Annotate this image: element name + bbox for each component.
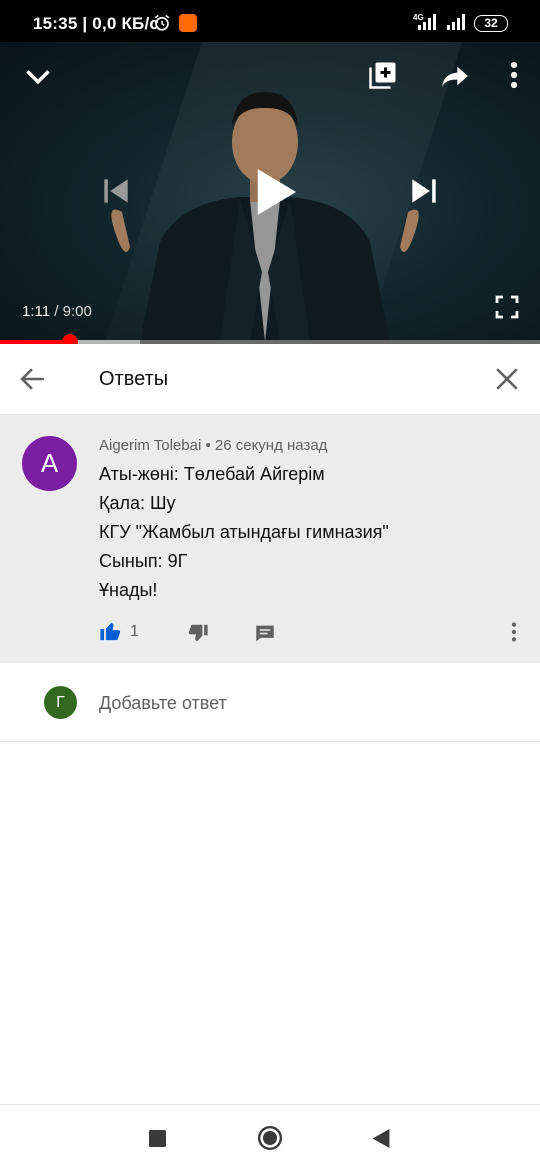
comment-line: Аты-жөні: Төлебай Айгерім [99, 464, 325, 484]
video-player[interactable]: 1:11 / 9:00 [0, 42, 540, 342]
recent-apps-icon[interactable] [149, 1130, 166, 1147]
comment-more-icon[interactable] [508, 621, 520, 643]
add-reply-row[interactable]: Г Добавьте ответ [0, 663, 540, 742]
like-icon[interactable] [99, 620, 122, 642]
replies-title: Ответы [99, 368, 169, 390]
back-arrow-icon[interactable] [20, 366, 46, 392]
system-nav-bar [0, 1104, 540, 1171]
avatar[interactable]: A [22, 436, 77, 491]
close-icon[interactable] [494, 366, 520, 392]
alarm-icon [154, 14, 170, 31]
video-time: 1:11 / 9:00 [22, 303, 92, 320]
network-speed: 0,0 КБ/с [92, 14, 160, 33]
battery-icon: 32 [474, 15, 508, 32]
comment-author[interactable]: Aigerim Tolebai [99, 437, 201, 454]
share-icon[interactable] [440, 62, 470, 90]
comment: A Aigerim Tolebai • 26 секунд назад Аты-… [0, 415, 540, 663]
more-icon[interactable] [505, 60, 523, 90]
time-separator: / [50, 303, 63, 320]
signal-icon [418, 14, 436, 30]
comment-line: Ұнады! [99, 580, 158, 600]
back-nav-icon[interactable] [372, 1129, 390, 1148]
collapse-icon[interactable] [24, 62, 52, 90]
user-avatar: Г [44, 686, 77, 719]
fullscreen-icon[interactable] [495, 295, 519, 319]
status-bar: 15:35 | 0,0 КБ/с 4G 32 [0, 0, 540, 42]
previous-icon[interactable] [102, 176, 130, 206]
comment-meta: Aigerim Tolebai • 26 секунд назад [99, 437, 328, 454]
replies-header: Ответы [0, 344, 540, 415]
add-to-playlist-icon[interactable] [368, 60, 398, 90]
app-notification-icon [179, 14, 197, 32]
signal-icon [447, 14, 465, 30]
comment-line: КГУ "Жамбыл атындағы гимназия" [99, 522, 389, 542]
reply-input[interactable]: Добавьте ответ [99, 693, 227, 714]
comment-text: Аты-жөні: Төлебай Айгерім Қала: Шу КГУ "… [99, 460, 389, 605]
dislike-icon[interactable] [187, 623, 209, 644]
home-icon[interactable] [257, 1125, 283, 1151]
status-time: 15:35 [33, 14, 78, 33]
comment-line: Қала: Шу [99, 493, 176, 513]
duration: 9:00 [62, 303, 92, 320]
reply-icon[interactable] [254, 623, 276, 644]
play-icon[interactable] [252, 167, 298, 217]
next-icon[interactable] [410, 176, 438, 206]
current-time: 1:11 [22, 303, 51, 320]
like-count: 1 [130, 623, 139, 640]
comment-line: Сынып: 9Г [99, 551, 188, 571]
comment-time: 26 секунд назад [214, 437, 328, 454]
